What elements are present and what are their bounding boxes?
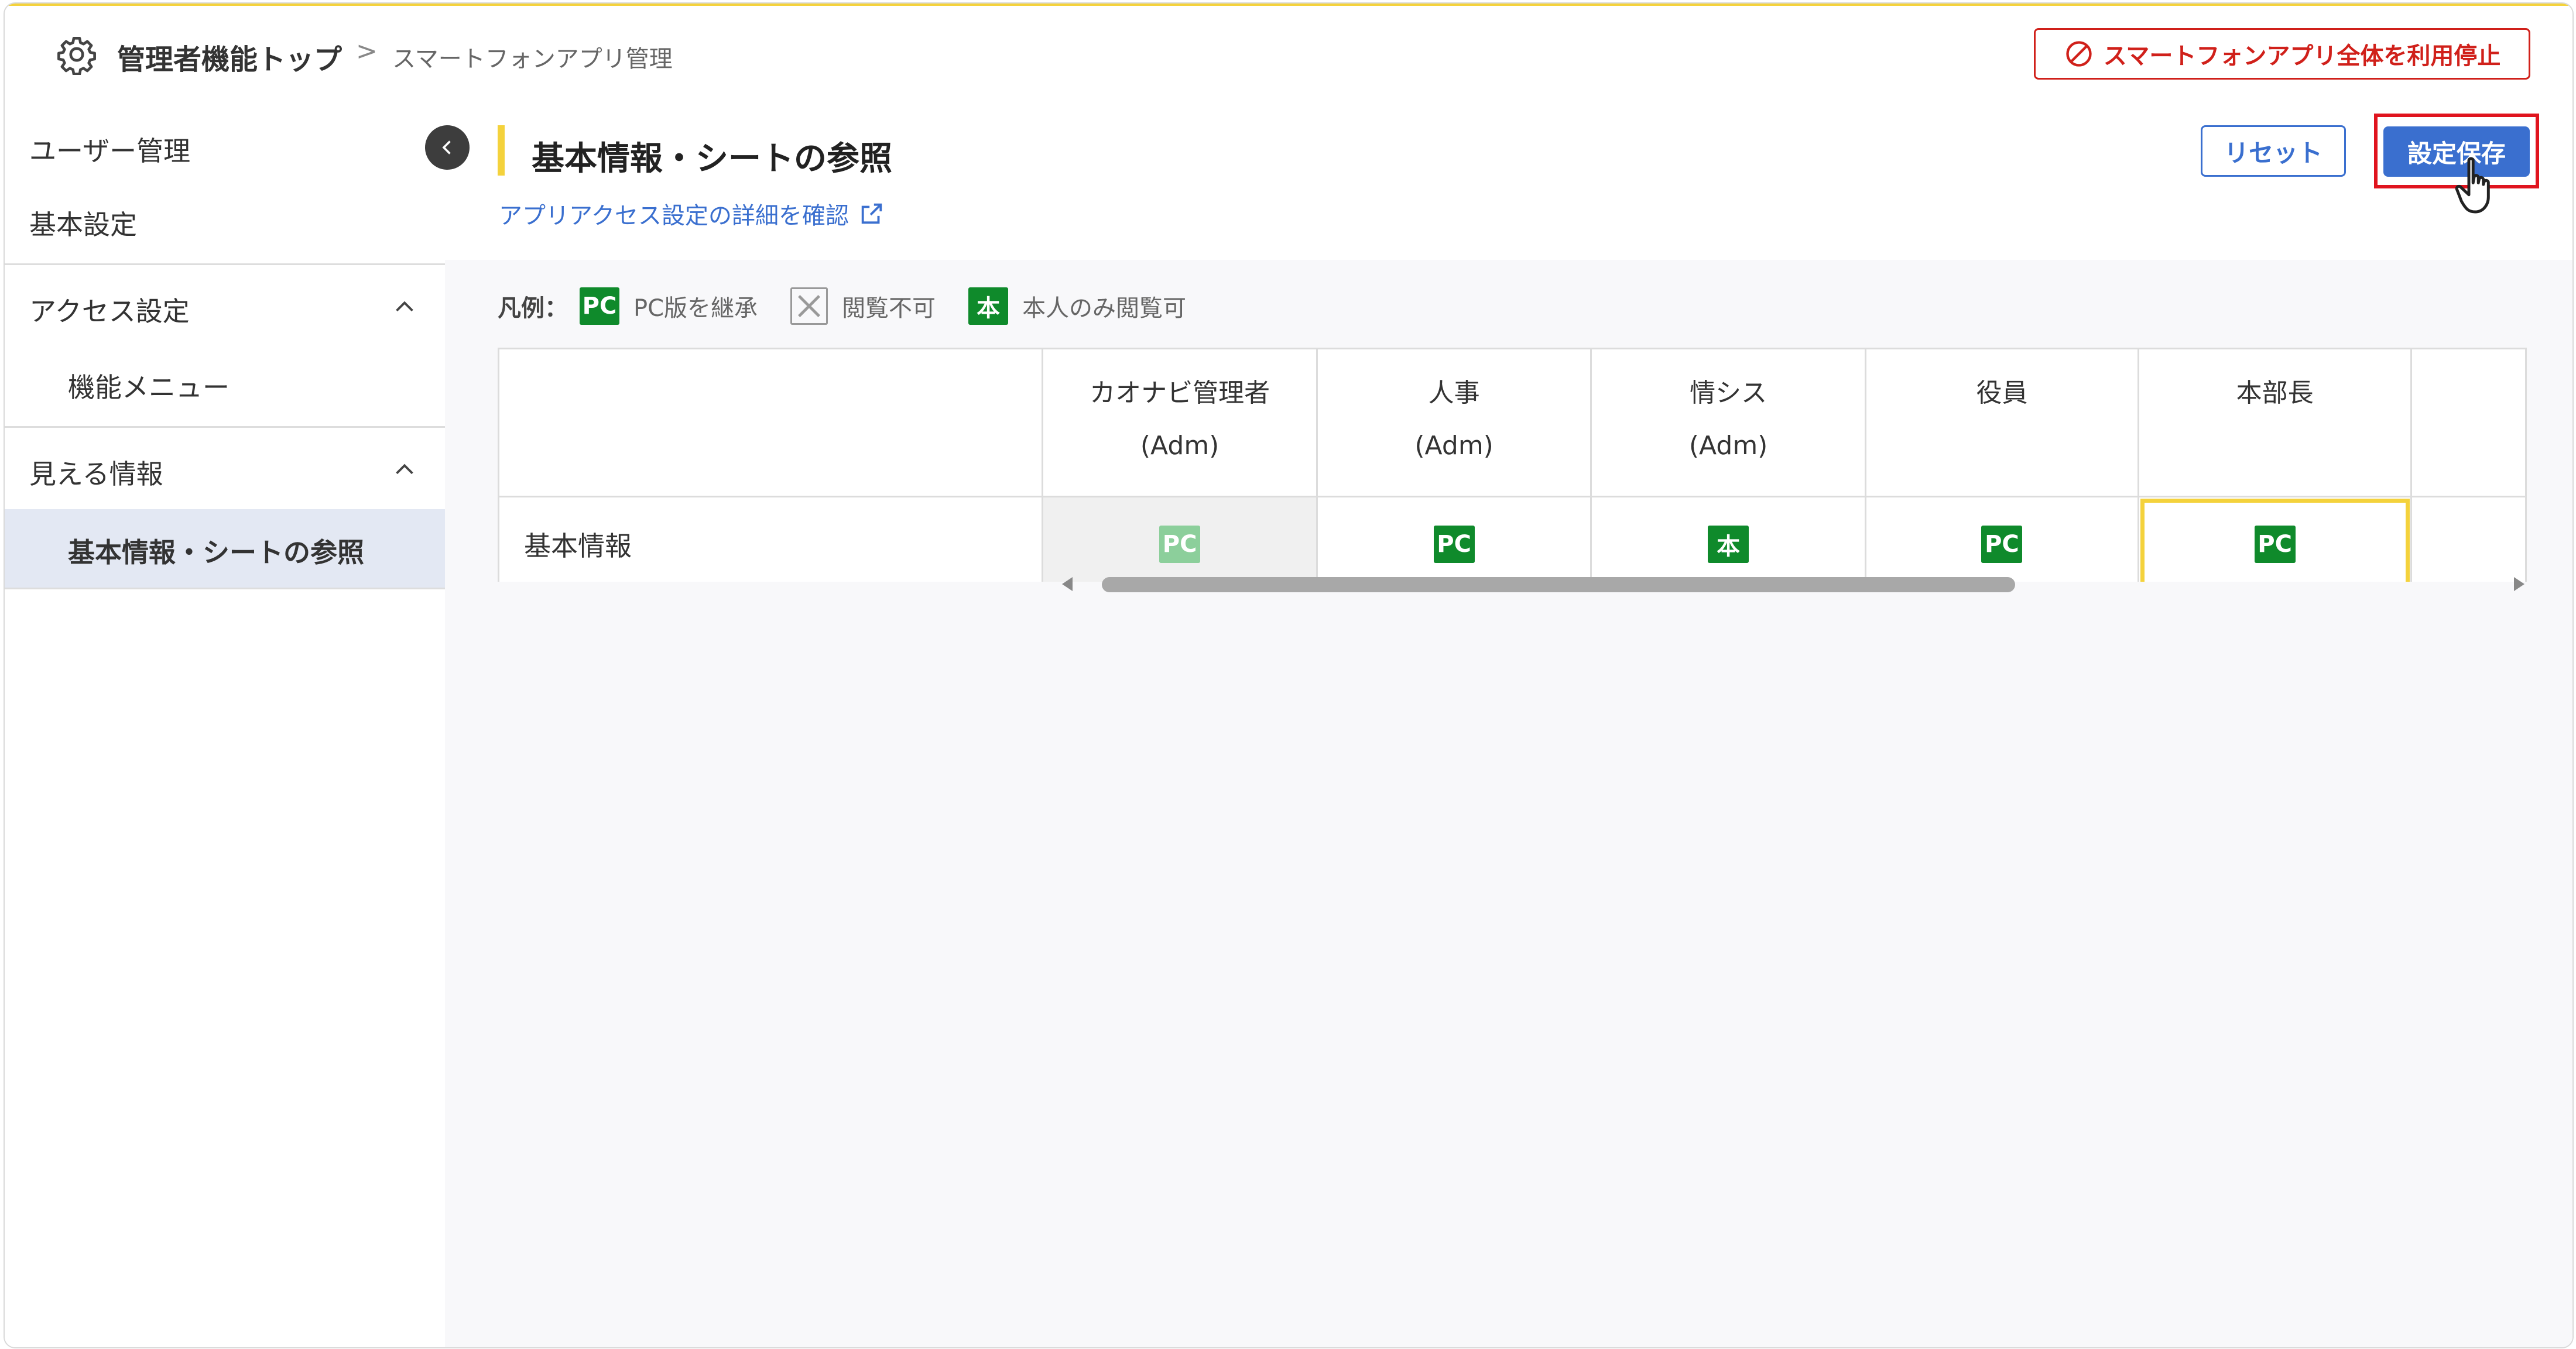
table-cell[interactable]: 本 <box>1590 496 1866 582</box>
legend-title: 凡例： <box>498 295 568 322</box>
table-cell[interactable]: PC <box>1316 496 1592 582</box>
table-header-row: カオナビ管理者 (Adm) 人事 (Adm) 情シス (Adm) 役員 本部長 <box>498 348 2527 497</box>
self-only-badge: 本 <box>968 287 1009 325</box>
sidebar-item-user-management[interactable]: ユーザー管理 <box>29 130 190 169</box>
column-header: 人事 (Adm) <box>1316 348 1592 497</box>
main-header: 基本情報・シートの参照 アプリアクセス設定の詳細を確認 リセット 設定保存 <box>445 101 2572 260</box>
legend: 凡例： PC PC版を継承 閲覧不可 本 本人のみ閲覧可 <box>498 286 1219 327</box>
sidebar-item-function-menu[interactable]: 機能メニュー <box>68 366 229 405</box>
pc-inherit-badge: PC <box>1433 526 1475 563</box>
stop-all-app-button[interactable]: スマートフォンアプリ全体を利用停止 <box>2034 28 2530 80</box>
detail-link-label: アプリアクセス設定の詳細を確認 <box>499 202 849 229</box>
table-cell[interactable]: PC <box>1042 496 1318 582</box>
horizontal-scrollbar[interactable] <box>1059 574 2528 595</box>
column-header-name: 人事 <box>1428 378 1480 408</box>
pc-inherit-badge: PC <box>2254 526 2296 563</box>
column-header-role: (Adm) <box>1688 431 1768 461</box>
sidebar: ユーザー管理 基本設定 アクセス設定 機能メニュー 見える情報 基本情報・シート… <box>5 101 447 1347</box>
legend-label-pc: PC版を継承 <box>633 295 758 322</box>
pc-inherit-badge: PC <box>1981 526 2023 563</box>
breadcrumb-separator: > <box>356 36 378 66</box>
access-table: カオナビ管理者 (Adm) 人事 (Adm) 情シス (Adm) 役員 本部長 … <box>498 348 2527 582</box>
scrollbar-thumb[interactable] <box>1102 577 2015 592</box>
column-header-role: (Adm) <box>1414 431 1493 461</box>
breadcrumb-home[interactable]: 管理者機能トップ <box>117 36 342 77</box>
reset-button[interactable]: リセット <box>2201 125 2346 177</box>
main-content: 凡例： PC PC版を継承 閲覧不可 本 本人のみ閲覧可 カオナビ管理者 (Ad… <box>445 260 2572 1347</box>
top-bar: 管理者機能トップ > スマートフォンアプリ管理 スマートフォンアプリ全体を利用停… <box>5 4 2572 101</box>
legend-label-self-only: 本人のみ閲覧可 <box>1022 295 1187 322</box>
breadcrumb-current: スマートフォンアプリ管理 <box>392 46 673 73</box>
sidebar-item-basic-info-sheet[interactable]: 基本情報・シートの参照 <box>5 509 445 588</box>
page-title: 基本情報・シートの参照 <box>532 140 892 178</box>
hand-cursor-icon <box>2455 157 2490 214</box>
sidebar-collapse-button[interactable] <box>425 125 470 170</box>
sidebar-divider <box>5 588 445 589</box>
column-header-overflow <box>2410 348 2527 497</box>
stop-all-app-label: スマートフォンアプリ全体を利用停止 <box>2103 43 2501 70</box>
table-cell-overflow <box>2410 496 2527 582</box>
table-cell[interactable]: PC <box>1864 496 2140 582</box>
table-row: 基本情報 PC PC 本 PC PC <box>498 496 2527 582</box>
table-corner-cell <box>498 348 1044 497</box>
chevron-left-icon <box>442 140 451 155</box>
table-cell-focused[interactable]: PC <box>2137 496 2413 582</box>
access-settings-detail-link[interactable]: アプリアクセス設定の詳細を確認 <box>499 197 885 231</box>
external-link-icon <box>861 203 882 224</box>
gear-icon[interactable] <box>56 34 97 75</box>
access-table-scroll[interactable]: カオナビ管理者 (Adm) 人事 (Adm) 情シス (Adm) 役員 本部長 … <box>498 348 2527 582</box>
sidebar-group-visible-info[interactable]: 見える情報 <box>29 453 163 492</box>
sidebar-divider <box>5 426 445 428</box>
no-access-badge <box>790 287 828 325</box>
row-label: 基本情報 <box>498 496 1044 582</box>
column-header-name: カオナビ管理者 <box>1090 378 1270 408</box>
legend-label-no-access: 閲覧不可 <box>842 295 936 322</box>
column-header: 役員 <box>1864 348 2140 497</box>
self-only-badge: 本 <box>1708 526 1749 563</box>
sidebar-group-access-settings[interactable]: アクセス設定 <box>29 290 190 329</box>
column-header-role: (Adm) <box>1140 431 1220 461</box>
close-icon <box>798 295 821 317</box>
column-header: カオナビ管理者 (Adm) <box>1042 348 1318 497</box>
prohibited-icon <box>2065 41 2092 67</box>
title-accent-bar <box>498 125 505 176</box>
chevron-up-icon[interactable] <box>391 294 418 321</box>
sidebar-item-basic-settings[interactable]: 基本設定 <box>29 204 137 242</box>
scroll-right-arrow[interactable] <box>2514 577 2524 591</box>
pc-inherit-badge: PC <box>1159 526 1201 563</box>
sidebar-divider <box>5 263 445 265</box>
sidebar-item-label: 基本情報・シートの参照 <box>68 537 364 568</box>
app-window: 管理者機能トップ > スマートフォンアプリ管理 スマートフォンアプリ全体を利用停… <box>4 2 2574 1348</box>
column-header-name: 情シス <box>1690 378 1767 408</box>
pc-inherit-badge: PC <box>580 287 619 325</box>
chevron-up-icon[interactable] <box>391 456 418 483</box>
scroll-left-arrow[interactable] <box>1062 577 1073 591</box>
column-header-name: 本部長 <box>2236 378 2314 408</box>
column-header: 情シス (Adm) <box>1590 348 1866 497</box>
column-header-name: 役員 <box>1976 378 2028 408</box>
column-header: 本部長 <box>2137 348 2413 497</box>
